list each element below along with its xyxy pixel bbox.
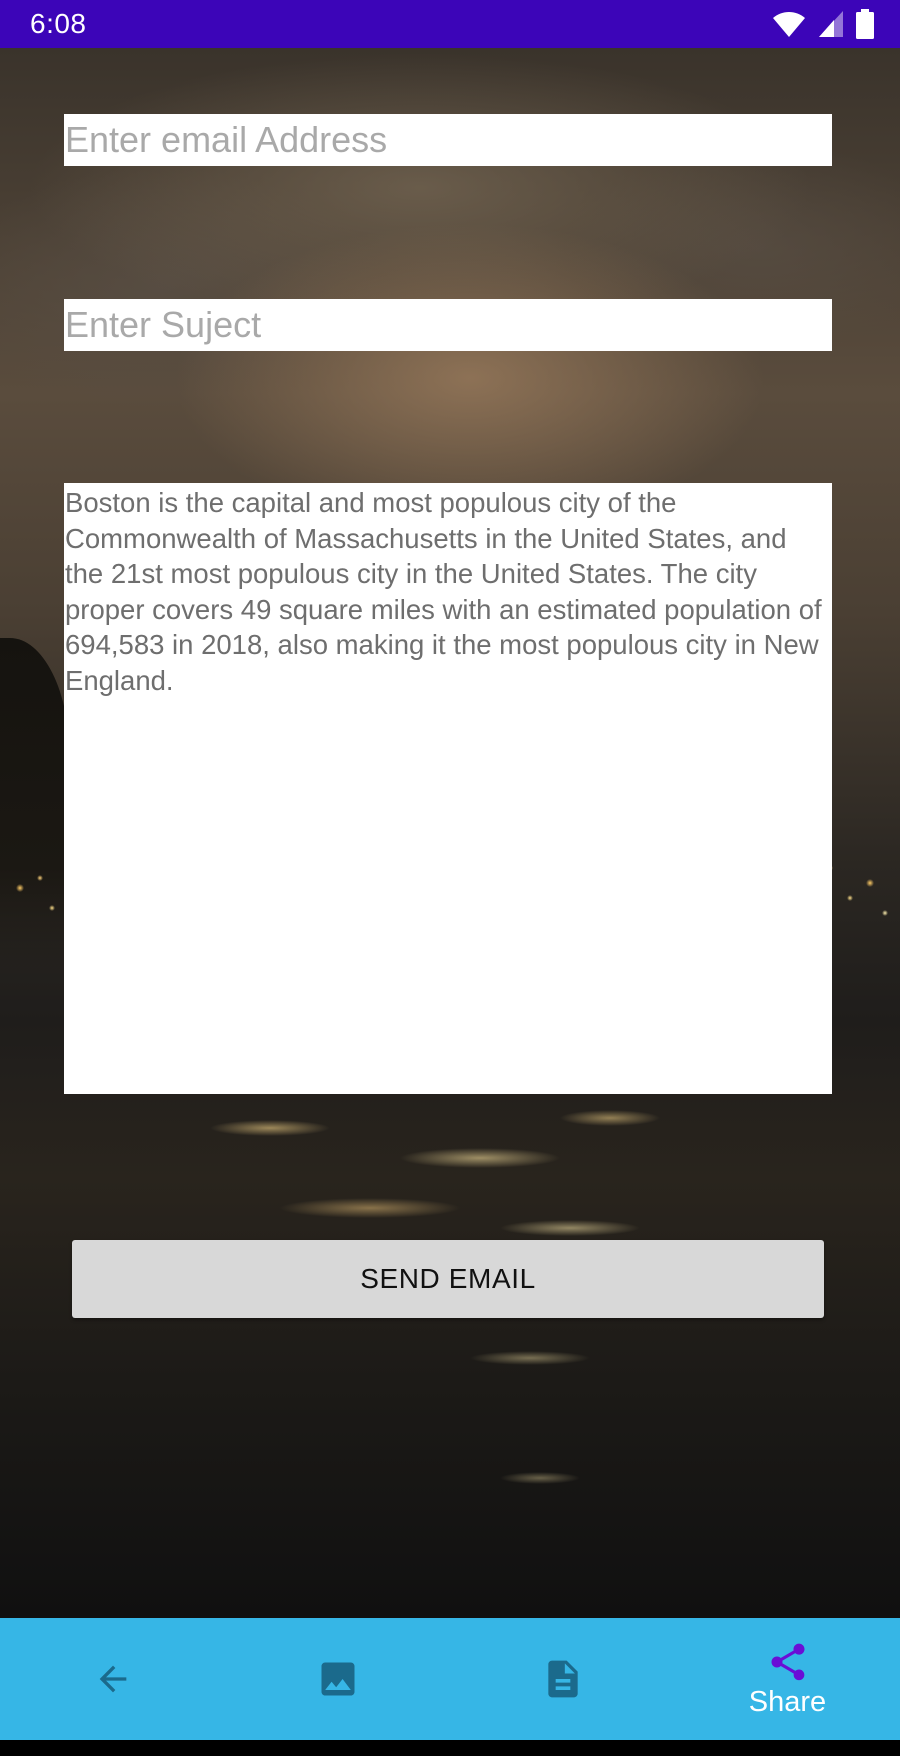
document-icon xyxy=(541,1655,585,1703)
signal-icon xyxy=(818,10,844,38)
status-bar: 6:08 xyxy=(0,0,900,48)
subject-field[interactable] xyxy=(64,299,832,351)
status-icons xyxy=(772,9,874,39)
battery-icon xyxy=(856,9,874,39)
system-navigation-strip xyxy=(0,1740,900,1756)
image-icon xyxy=(316,1657,360,1701)
message-body-field[interactable] xyxy=(64,483,832,1094)
nav-item-share[interactable]: Share xyxy=(675,1618,900,1740)
nav-item-image[interactable] xyxy=(225,1618,450,1740)
share-icon xyxy=(766,1640,810,1684)
nav-label-share: Share xyxy=(748,1685,827,1718)
nav-item-document[interactable] xyxy=(450,1618,675,1740)
wifi-icon xyxy=(772,10,806,38)
status-time: 6:08 xyxy=(30,8,87,39)
send-email-button[interactable]: SEND EMAIL xyxy=(72,1240,824,1318)
nav-item-back[interactable] xyxy=(0,1618,225,1740)
bottom-navigation: Share xyxy=(0,1618,900,1740)
arrow-back-icon xyxy=(93,1659,133,1699)
email-field[interactable] xyxy=(64,114,832,166)
